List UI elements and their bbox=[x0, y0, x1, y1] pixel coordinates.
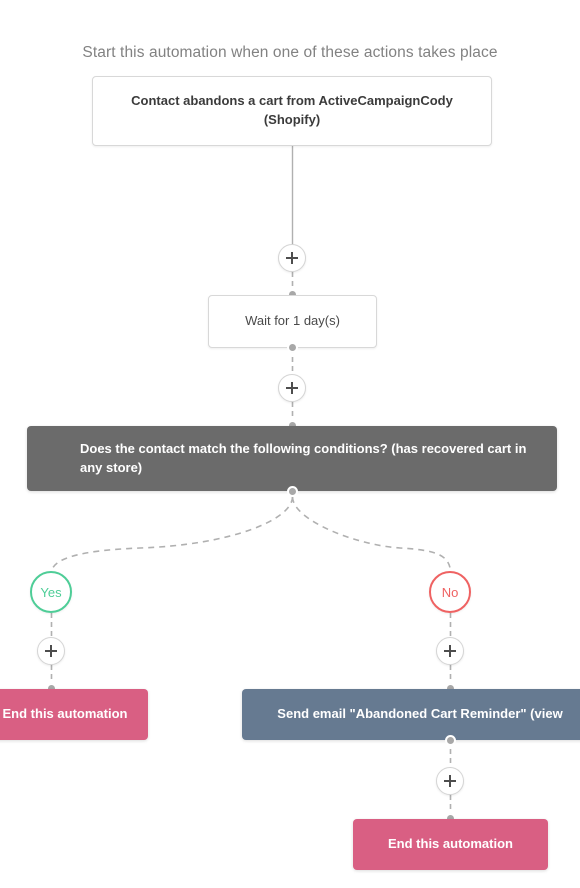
add-step-button[interactable] bbox=[37, 637, 65, 665]
add-step-button[interactable] bbox=[278, 374, 306, 402]
add-step-button[interactable] bbox=[436, 767, 464, 795]
end-automation-node-no[interactable]: End this automation bbox=[353, 819, 548, 870]
connector-dot bbox=[287, 486, 298, 497]
branch-no-node[interactable]: No bbox=[429, 571, 471, 613]
add-step-button[interactable] bbox=[278, 244, 306, 272]
branch-no-label: No bbox=[441, 584, 459, 600]
condition-node-label: Does the contact match the following con… bbox=[80, 440, 527, 475]
trigger-node[interactable]: Contact abandons a cart from ActiveCampa… bbox=[92, 76, 492, 146]
send-email-node[interactable]: Send email "Abandoned Cart Reminder" (vi… bbox=[242, 689, 580, 740]
page-title: Start this automation when one of these … bbox=[82, 44, 498, 61]
branch-yes-label: Yes bbox=[40, 584, 62, 600]
add-step-button[interactable] bbox=[436, 637, 464, 665]
end-automation-label: End this automation bbox=[2, 706, 128, 722]
connector-dot bbox=[445, 735, 456, 746]
trigger-node-label: Contact abandons a cart from ActiveCampa… bbox=[131, 93, 453, 127]
connector-dot bbox=[287, 342, 298, 353]
wait-node-label: Wait for 1 day(s) bbox=[245, 313, 340, 329]
end-automation-node-yes[interactable]: End this automation bbox=[0, 689, 148, 740]
branch-yes-node[interactable]: Yes bbox=[30, 571, 72, 613]
condition-node[interactable]: Does the contact match the following con… bbox=[27, 426, 557, 491]
end-automation-label: End this automation bbox=[388, 836, 513, 852]
wait-node[interactable]: Wait for 1 day(s) bbox=[208, 295, 377, 348]
send-email-label: Send email "Abandoned Cart Reminder" (vi… bbox=[277, 706, 563, 722]
automation-canvas[interactable]: Start this automation when one of these … bbox=[0, 0, 580, 888]
